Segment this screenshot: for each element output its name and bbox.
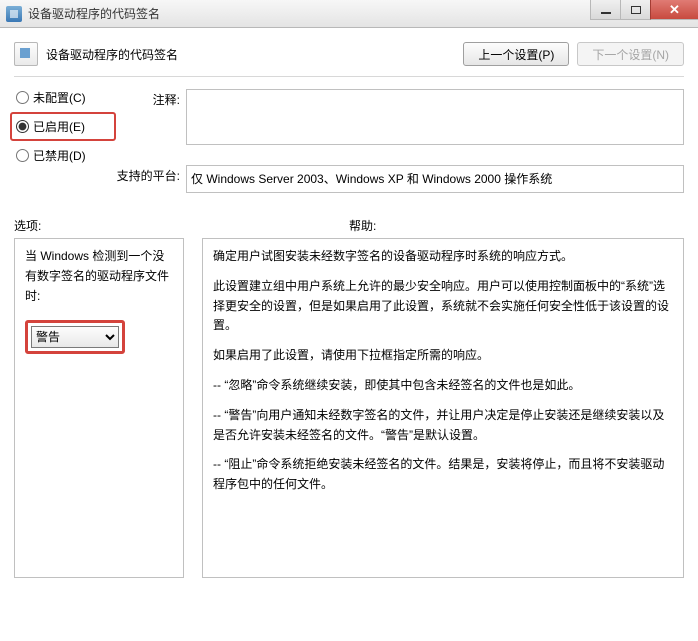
app-icon bbox=[6, 6, 22, 22]
window-title: 设备驱动程序的代码签名 bbox=[28, 5, 160, 22]
help-section-label: 帮助: bbox=[349, 219, 376, 233]
notes-label: 注释: bbox=[110, 89, 186, 145]
state-radio-group: 未配置(C) 已启用(E) 已禁用(D) bbox=[14, 89, 110, 203]
policy-icon bbox=[14, 42, 38, 66]
close-button[interactable]: ✕ bbox=[650, 0, 698, 20]
options-description: 当 Windows 检测到一个没有数字签名的驱动程序文件时: bbox=[25, 247, 173, 306]
help-p4: -- “忽略”命令系统继续安装，即使其中包含未经签名的文件也是如此。 bbox=[213, 376, 673, 396]
header-title: 设备驱动程序的代码签名 bbox=[46, 46, 178, 63]
radio-disabled[interactable]: 已禁用(D) bbox=[14, 147, 110, 164]
header-row: 设备驱动程序的代码签名 上一个设置(P) 下一个设置(N) bbox=[14, 36, 684, 77]
prev-setting-button[interactable]: 上一个设置(P) bbox=[463, 42, 569, 66]
options-section-label: 选项: bbox=[14, 219, 41, 233]
minimize-button[interactable] bbox=[590, 0, 620, 20]
help-p3: 如果启用了此设置，请使用下拉框指定所需的响应。 bbox=[213, 346, 673, 366]
help-p6: -- “阻止”命令系统拒绝安装未经签名的文件。结果是，安装将停止，而且将不安装驱… bbox=[213, 455, 673, 495]
radio-enabled[interactable]: 已启用(E) bbox=[14, 118, 108, 135]
radio-enabled-label: 已启用(E) bbox=[33, 118, 85, 135]
radio-unconfigured-label: 未配置(C) bbox=[33, 89, 86, 106]
options-panel: 当 Windows 检测到一个没有数字签名的驱动程序文件时: 警告 bbox=[14, 238, 184, 578]
radio-unconfigured[interactable]: 未配置(C) bbox=[14, 89, 110, 106]
notes-textarea[interactable] bbox=[186, 89, 684, 145]
next-setting-button[interactable]: 下一个设置(N) bbox=[577, 42, 684, 66]
signing-action-select[interactable]: 警告 bbox=[31, 326, 119, 348]
maximize-button[interactable] bbox=[620, 0, 650, 20]
platform-field bbox=[186, 165, 684, 193]
platform-label: 支持的平台: bbox=[110, 165, 186, 193]
help-panel: 确定用户试图安装未经数字签名的设备驱动程序时系统的响应方式。 此设置建立组中用户… bbox=[202, 238, 684, 578]
title-bar: 设备驱动程序的代码签名 ✕ bbox=[0, 0, 698, 28]
radio-disabled-label: 已禁用(D) bbox=[33, 147, 86, 164]
help-p2: 此设置建立组中用户系统上允许的最少安全响应。用户可以使用控制面板中的“系统”选择… bbox=[213, 277, 673, 336]
help-p5: -- “警告”向用户通知未经数字签名的文件，并让用户决定是停止安装还是继续安装以… bbox=[213, 406, 673, 446]
help-p1: 确定用户试图安装未经数字签名的设备驱动程序时系统的响应方式。 bbox=[213, 247, 673, 267]
